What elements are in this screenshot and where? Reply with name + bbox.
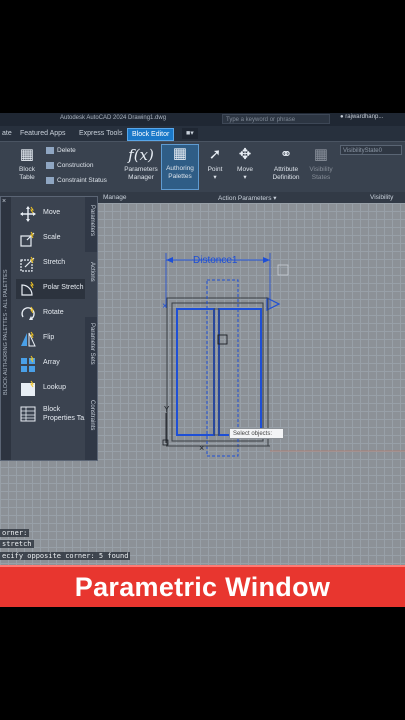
palette-item-scale[interactable]: Scale bbox=[16, 229, 88, 249]
palette-tab-actions[interactable]: Actions bbox=[85, 252, 97, 317]
polar-stretch-action-icon bbox=[21, 281, 34, 296]
palette-grid-icon: ▦ bbox=[172, 145, 188, 162]
user-icon: ● bbox=[340, 114, 344, 120]
tab-block-editor[interactable]: Block Editor bbox=[127, 128, 175, 141]
window-inner-frame bbox=[171, 302, 264, 442]
tab-overflow-button[interactable]: ■▾ bbox=[182, 128, 198, 139]
authoring-palettes-button[interactable]: ▦ Authoring Palettes bbox=[161, 144, 199, 190]
scale-action-icon bbox=[20, 231, 35, 247]
window-title: Autodesk AutoCAD 2024 Drawing1.dwg bbox=[60, 115, 167, 121]
block-authoring-palette: × BLOCK AUTHORING PALETTES - ALL PALETTE… bbox=[0, 196, 98, 461]
point-icon: ➚ bbox=[208, 146, 222, 163]
palette-title: BLOCK AUTHORING PALETTES - ALL PALETTES bbox=[3, 269, 9, 395]
chevron-down-icon: ▾ bbox=[213, 174, 217, 181]
tab-express-tools[interactable]: Express Tools bbox=[75, 128, 126, 139]
visibility-states-button[interactable]: ▦ Visibility States bbox=[305, 146, 337, 182]
tab-featured-apps[interactable]: Featured Apps bbox=[16, 128, 70, 139]
autocad-window: Autodesk AutoCAD 2024 Drawing1.dwg Type … bbox=[0, 113, 405, 565]
panel-visibility-label: Visibility bbox=[370, 194, 394, 201]
close-icon[interactable]: × bbox=[2, 198, 6, 205]
ribbon: ▦ Block Table Delete Construction Constr… bbox=[0, 141, 405, 204]
palette-title-strip[interactable]: × BLOCK AUTHORING PALETTES - ALL PALETTE… bbox=[1, 197, 11, 460]
command-history-line-1: orner: bbox=[0, 529, 30, 537]
palette-item-rotate[interactable]: Rotate bbox=[16, 304, 88, 324]
move-icon: ✥ bbox=[238, 146, 252, 163]
ucs-y-label: Y bbox=[164, 405, 170, 414]
visibility-state-select[interactable]: VisibilityState0 bbox=[340, 145, 402, 155]
palette-item-array[interactable]: Array bbox=[16, 354, 88, 374]
palette-item-move[interactable]: Move bbox=[16, 204, 88, 224]
window-sash-left bbox=[176, 308, 215, 436]
attribute-definition-button[interactable]: ⚭ Attribute Definition bbox=[266, 146, 306, 182]
stretch-grip-triangle bbox=[266, 297, 281, 311]
ribbon-tabs: ate Featured Apps Express Tools Block Ed… bbox=[0, 126, 405, 141]
palette-vertical-tabs: Parameters Actions Parameter Sets Constr… bbox=[85, 197, 97, 460]
command-history-line-3: ecify opposite corner: 5 found bbox=[0, 552, 131, 560]
search-input[interactable]: Type a keyword or phrase bbox=[222, 114, 330, 124]
window-outer-frame bbox=[166, 297, 269, 447]
tab-home[interactable]: ate bbox=[0, 128, 16, 139]
function-icon: f(x) bbox=[128, 146, 154, 164]
lookup-grip-icon bbox=[277, 264, 289, 276]
construction-icon bbox=[46, 162, 54, 169]
dimension-arrow-right bbox=[263, 257, 270, 263]
sill-x-mark: × bbox=[199, 443, 204, 453]
stretch-action-icon bbox=[20, 256, 35, 272]
panel-manage-label[interactable]: Manage bbox=[103, 194, 127, 201]
tag-icon: ⚭ bbox=[279, 146, 293, 163]
chevron-down-icon: ▾ bbox=[243, 174, 247, 181]
constraint-status-button[interactable]: Constraint Status bbox=[46, 177, 107, 184]
delete-icon bbox=[46, 147, 54, 154]
block-table-label: Block Table bbox=[19, 166, 35, 181]
array-action-icon bbox=[21, 355, 35, 372]
palette-item-lookup[interactable]: Lookup bbox=[16, 379, 88, 399]
lookup-action-icon bbox=[21, 380, 35, 396]
panel-action-parameters-label[interactable]: Action Parameters ▾ bbox=[218, 194, 277, 202]
point-parameter-button[interactable]: ➚ Point ▾ bbox=[203, 146, 227, 182]
palette-item-stretch[interactable]: Stretch bbox=[16, 254, 88, 274]
palette-tab-parameters[interactable]: Parameters bbox=[85, 197, 97, 252]
construction-button[interactable]: Construction bbox=[46, 162, 94, 169]
select-objects-tooltip: Select objects: bbox=[229, 428, 284, 439]
table-icon: ▦ bbox=[19, 146, 35, 163]
banner-title: Parametric Window bbox=[74, 572, 331, 602]
title-bar: Autodesk AutoCAD 2024 Drawing1.dwg Type … bbox=[0, 113, 405, 126]
rotate-action-icon bbox=[21, 306, 35, 320]
dimension-arrow-left bbox=[166, 257, 173, 263]
palette-item-polar-stretch[interactable]: Polar Stretch bbox=[16, 279, 88, 299]
block-table-button[interactable]: ▦ Block Table bbox=[14, 146, 40, 182]
user-account[interactable]: ● rajwardhanp... bbox=[340, 114, 383, 120]
table-icon bbox=[20, 406, 36, 422]
palette-item-block-properties-table[interactable]: Block Properties Ta... bbox=[16, 404, 90, 428]
distance-label: Distonce1 bbox=[193, 255, 238, 266]
move-action-icon bbox=[20, 206, 36, 222]
title-banner: Parametric Window bbox=[0, 565, 405, 607]
flip-action-icon bbox=[21, 331, 36, 347]
constraint-status-icon bbox=[46, 177, 54, 184]
command-history-line-2: stretch bbox=[0, 540, 34, 548]
palette-tab-parameter-sets[interactable]: Parameter Sets bbox=[85, 317, 97, 392]
delete-button[interactable]: Delete bbox=[46, 147, 76, 154]
move-action-button[interactable]: ✥ Move ▾ bbox=[233, 146, 257, 182]
window-sash-right bbox=[218, 308, 262, 436]
visibility-icon: ▦ bbox=[313, 146, 329, 163]
palette-item-flip[interactable]: Flip bbox=[16, 329, 88, 349]
palette-tab-constraints[interactable]: Constraints bbox=[85, 392, 97, 460]
parameters-manager-button[interactable]: f(x) Parameters Manager bbox=[120, 146, 162, 182]
